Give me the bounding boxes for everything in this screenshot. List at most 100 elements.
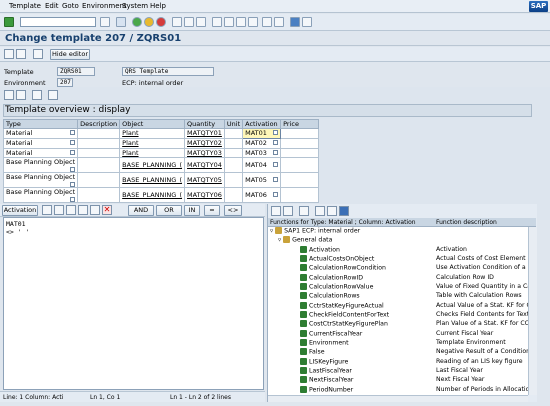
cell-type[interactable]: Material xyxy=(2,128,79,139)
delete-icon[interactable]: ✕ xyxy=(102,205,112,215)
command-field[interactable] xyxy=(20,17,96,27)
first-page-icon[interactable] xyxy=(212,17,222,27)
tree-item[interactable]: Activation xyxy=(300,246,340,255)
cell-object[interactable]: Plant xyxy=(119,147,186,159)
tree-item[interactable]: LastFiscalYear xyxy=(300,367,352,376)
display-change-icon[interactable] xyxy=(4,49,14,59)
menu-help[interactable]: Help xyxy=(150,2,166,10)
collapse-icon[interactable]: ▿ xyxy=(278,237,281,244)
formula-editor[interactable]: MAT01 <> ' ' xyxy=(3,217,264,390)
table-row[interactable]: Material Plant MATQTY01 MAT01 xyxy=(2,128,320,139)
cell-description[interactable] xyxy=(77,128,121,139)
tree-item[interactable]: CalculationRowID xyxy=(300,274,363,283)
tree-item[interactable]: CalculationRowValue xyxy=(300,283,373,292)
cell-activation[interactable]: MAT06 xyxy=(242,187,282,204)
cell-description[interactable] xyxy=(77,157,121,174)
or-button[interactable]: OR xyxy=(156,205,182,216)
menu-edit[interactable]: Edit xyxy=(45,2,59,10)
overview-icon-3[interactable] xyxy=(32,90,42,100)
tree-horizontal-scrollbar[interactable] xyxy=(268,395,528,402)
cell-type[interactable]: Base Planning Object xyxy=(2,172,79,189)
cell-unit[interactable] xyxy=(223,172,244,189)
functions-icon-4[interactable] xyxy=(315,206,325,216)
save-icon[interactable] xyxy=(116,17,126,27)
menu-template[interactable]: Template xyxy=(9,2,41,10)
cell-description[interactable] xyxy=(77,172,121,189)
table-row[interactable]: Base Planning Object BASE_PLANNING_( MAT… xyxy=(2,172,320,189)
overview-icon-1[interactable] xyxy=(4,90,14,100)
cell-activation[interactable]: MAT05 xyxy=(242,172,282,189)
tree-item[interactable]: CurrentFiscalYear xyxy=(300,330,362,339)
tree-item[interactable]: ActualCostsOnObject xyxy=(300,255,374,264)
back-icon[interactable] xyxy=(132,17,142,27)
menu-environment[interactable]: Environment xyxy=(82,2,127,10)
editor-icon-3[interactable] xyxy=(66,205,76,215)
tree-item[interactable]: CalculationRowCondition xyxy=(300,264,386,273)
cell-quantity[interactable]: MATQTY05 xyxy=(184,172,225,189)
hide-editor-button[interactable]: Hide editor xyxy=(50,49,90,60)
cell-quantity[interactable]: MATQTY03 xyxy=(184,147,225,159)
cell-unit[interactable] xyxy=(223,187,244,204)
cell-unit[interactable] xyxy=(223,157,244,174)
tree-item[interactable]: False xyxy=(300,348,325,357)
tree-item[interactable]: LISKeyFigure xyxy=(300,358,348,367)
cell-activation[interactable]: MAT01 xyxy=(242,128,282,139)
collapse-icon[interactable]: ▿ xyxy=(270,228,273,235)
cell-object[interactable]: BASE_PLANNING_( xyxy=(119,157,186,174)
cell-object[interactable]: Plant xyxy=(119,137,186,149)
previous-page-icon[interactable] xyxy=(224,17,234,27)
create-session-icon[interactable] xyxy=(262,17,272,27)
cell-unit[interactable] xyxy=(223,137,244,149)
cell-price[interactable] xyxy=(280,128,320,139)
cell-quantity[interactable]: MATQTY06 xyxy=(184,187,225,204)
cancel-icon[interactable] xyxy=(156,17,166,27)
tree-item[interactable]: CostCtrStatKeyFigurePlan xyxy=(300,320,388,329)
cell-quantity[interactable]: MATQTY04 xyxy=(184,157,225,174)
next-page-icon[interactable] xyxy=(236,17,246,27)
command-dropdown-icon[interactable] xyxy=(100,17,110,27)
tree-item[interactable]: Environment xyxy=(300,339,349,348)
cell-activation[interactable]: MAT03 xyxy=(242,147,282,159)
find-icon[interactable] xyxy=(184,17,194,27)
cell-activation[interactable]: MAT04 xyxy=(242,157,282,174)
menu-system[interactable]: System xyxy=(122,2,148,10)
functions-icon-3[interactable] xyxy=(299,206,309,216)
cell-price[interactable] xyxy=(280,157,320,174)
find-next-icon[interactable] xyxy=(196,17,206,27)
tree-root[interactable]: ▿ SAP1 ECP: internal order xyxy=(270,227,360,236)
help-icon[interactable] xyxy=(290,17,300,27)
editor-icon-2[interactable] xyxy=(54,205,64,215)
editor-icon-4[interactable] xyxy=(78,205,88,215)
cell-quantity[interactable]: MATQTY01 xyxy=(184,128,225,139)
functions-icon-2[interactable] xyxy=(283,206,293,216)
cell-activation[interactable]: MAT02 xyxy=(242,137,282,149)
in-button[interactable]: IN xyxy=(184,205,200,216)
cell-unit[interactable] xyxy=(223,128,244,139)
overview-icon-4[interactable] xyxy=(48,90,58,100)
tree-item[interactable]: CctrStatKeyFigureActual xyxy=(300,302,384,311)
table-row[interactable]: Material Plant MATQTY02 MAT02 xyxy=(2,137,320,149)
cell-description[interactable] xyxy=(77,187,121,204)
table-row[interactable]: Material Plant MATQTY03 MAT03 xyxy=(2,147,320,159)
not-equals-button[interactable]: <> xyxy=(224,205,242,216)
cell-quantity[interactable]: MATQTY02 xyxy=(184,137,225,149)
cell-type[interactable]: Base Planning Object xyxy=(2,187,79,204)
cell-object[interactable]: BASE_PLANNING_( xyxy=(119,172,186,189)
cell-object[interactable]: BASE_PLANNING_( xyxy=(119,187,186,204)
cell-unit[interactable] xyxy=(223,147,244,159)
activation-button[interactable]: Activation xyxy=(2,205,38,216)
functions-icon-1[interactable] xyxy=(271,206,281,216)
menu-goto[interactable]: Goto xyxy=(62,2,79,10)
tree-item[interactable]: NextFiscalYear xyxy=(300,376,353,385)
cell-type[interactable]: Base Planning Object xyxy=(2,157,79,174)
last-page-icon[interactable] xyxy=(248,17,258,27)
cell-price[interactable] xyxy=(280,172,320,189)
hierarchy-icon[interactable] xyxy=(33,49,43,59)
cell-object[interactable]: Plant xyxy=(119,128,186,139)
cell-price[interactable] xyxy=(280,187,320,204)
tree-item[interactable]: PeriodNumber xyxy=(300,386,353,395)
filter-icon[interactable] xyxy=(327,206,337,216)
editor-icon-5[interactable] xyxy=(90,205,100,215)
exit-icon[interactable] xyxy=(144,17,154,27)
cell-description[interactable] xyxy=(77,137,121,149)
